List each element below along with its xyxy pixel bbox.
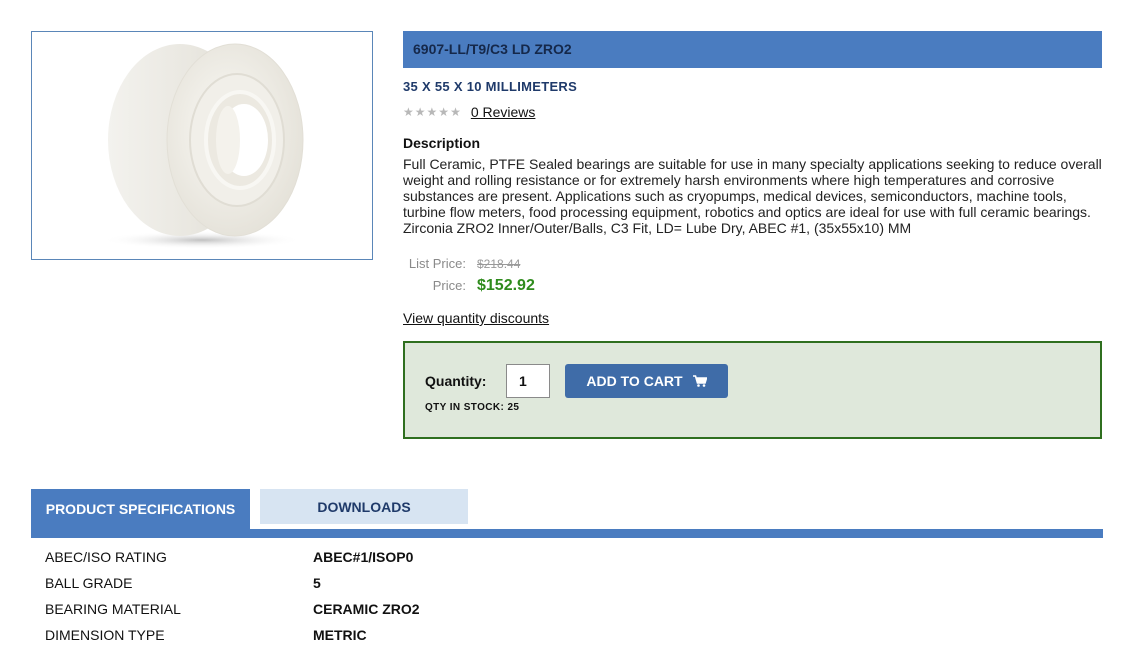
spec-row: ABEC/ISO RATING ABEC#1/ISOP0 xyxy=(45,549,413,567)
star-icon: ★ xyxy=(414,105,426,119)
star-icon: ★ xyxy=(403,105,414,119)
list-price-row: List Price: $218.44 xyxy=(403,256,520,271)
spec-row: BEARING MATERIAL CERAMIC ZRO2 xyxy=(45,601,420,619)
price-label: Price: xyxy=(432,278,466,293)
list-price-label: List Price: xyxy=(408,256,466,271)
ceramic-bearing-image xyxy=(102,43,304,249)
list-price-value: $218.44 xyxy=(477,257,521,271)
add-to-cart-panel: Quantity: ADD TO CART QTY IN STOCK: 25 xyxy=(403,341,1102,439)
quantity-label: Quantity: xyxy=(425,373,487,389)
quantity-input[interactable] xyxy=(506,364,550,398)
rating-row: ★ ★ ★ ★ ★ 0 Reviews xyxy=(403,104,535,120)
star-icon: ★ xyxy=(450,105,461,119)
reviews-link[interactable]: 0 Reviews xyxy=(471,104,536,120)
price-value: $152.92 xyxy=(477,277,535,294)
description-text: Full Ceramic, PTFE Sealed bearings are s… xyxy=(403,156,1102,236)
tab-downloads[interactable]: DOWNLOADS xyxy=(260,489,468,524)
spec-value: METRIC xyxy=(313,627,367,643)
spec-value: ABEC#1/ISOP0 xyxy=(313,549,414,565)
view-quantity-discounts-link[interactable]: View quantity discounts xyxy=(403,310,549,326)
star-icon: ★ xyxy=(438,105,450,119)
product-dimensions: 35 X 55 X 10 MILLIMETERS xyxy=(403,79,578,94)
spec-row: DIMENSION TYPE METRIC xyxy=(45,627,367,645)
tab-underline-bar xyxy=(31,529,1103,538)
shopping-cart-icon xyxy=(692,375,707,387)
tab-product-specifications[interactable]: PRODUCT SPECIFICATIONS xyxy=(31,489,250,529)
spec-key: DIMENSION TYPE xyxy=(45,627,165,643)
spec-key: ABEC/ISO RATING xyxy=(45,549,167,565)
spec-row: BALL GRADE 5 xyxy=(45,575,321,593)
product-title: 6907-LL/T9/C3 LD ZRO2 xyxy=(403,31,1102,68)
spec-key: BEARING MATERIAL xyxy=(45,601,181,617)
stock-quantity: QTY IN STOCK: 25 xyxy=(425,402,520,413)
product-image[interactable] xyxy=(31,31,373,260)
add-to-cart-button[interactable]: ADD TO CART xyxy=(565,364,728,398)
description-heading: Description xyxy=(403,135,481,151)
spec-value: CERAMIC ZRO2 xyxy=(313,601,420,617)
spec-key: BALL GRADE xyxy=(45,575,133,591)
add-to-cart-label: ADD TO CART xyxy=(586,373,683,389)
star-rating: ★ ★ ★ ★ ★ xyxy=(403,106,461,118)
price-row: Price: $152.92 xyxy=(403,277,535,295)
star-icon: ★ xyxy=(426,105,438,119)
spec-value: 5 xyxy=(313,575,321,591)
